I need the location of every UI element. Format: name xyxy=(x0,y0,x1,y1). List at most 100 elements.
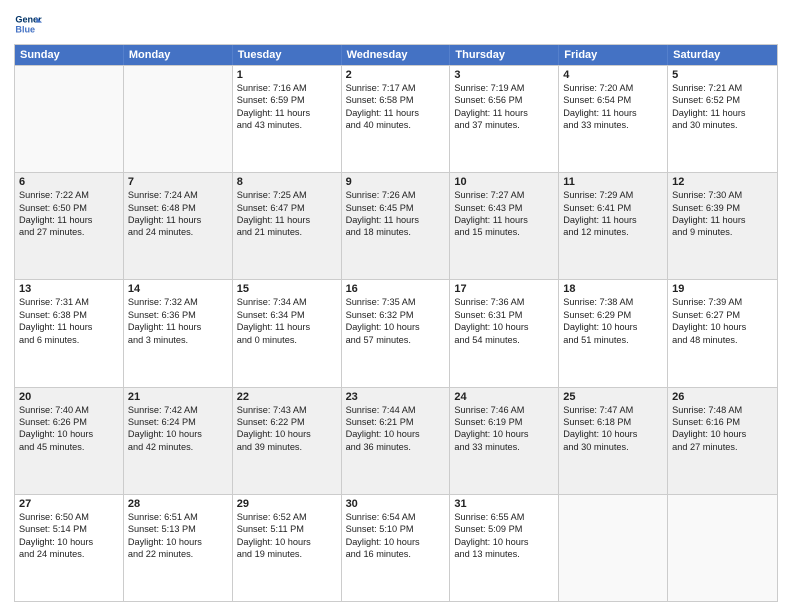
cell-line: Sunrise: 7:40 AM xyxy=(19,404,119,416)
cell-line: Sunset: 6:34 PM xyxy=(237,309,337,321)
calendar-cell: 19Sunrise: 7:39 AMSunset: 6:27 PMDayligh… xyxy=(668,280,777,386)
day-number: 2 xyxy=(346,69,446,81)
cell-line: Sunset: 6:24 PM xyxy=(128,416,228,428)
calendar-cell: 2Sunrise: 7:17 AMSunset: 6:58 PMDaylight… xyxy=(342,66,451,172)
cell-line: Sunrise: 7:20 AM xyxy=(563,82,663,94)
day-number: 19 xyxy=(672,283,773,295)
calendar-cell: 17Sunrise: 7:36 AMSunset: 6:31 PMDayligh… xyxy=(450,280,559,386)
cell-line: and 39 minutes. xyxy=(237,441,337,453)
calendar-cell: 23Sunrise: 7:44 AMSunset: 6:21 PMDayligh… xyxy=(342,388,451,494)
weekday-header: Saturday xyxy=(668,45,777,65)
cell-line: Daylight: 10 hours xyxy=(672,321,773,333)
cell-line: Sunset: 6:41 PM xyxy=(563,202,663,214)
calendar-cell: 29Sunrise: 6:52 AMSunset: 5:11 PMDayligh… xyxy=(233,495,342,601)
cell-line: Daylight: 11 hours xyxy=(128,214,228,226)
cell-line: Daylight: 10 hours xyxy=(237,536,337,548)
cell-line: and 33 minutes. xyxy=(454,441,554,453)
weekday-header: Friday xyxy=(559,45,668,65)
day-number: 11 xyxy=(563,176,663,188)
calendar-cell xyxy=(15,66,124,172)
day-number: 20 xyxy=(19,391,119,403)
calendar-cell: 26Sunrise: 7:48 AMSunset: 6:16 PMDayligh… xyxy=(668,388,777,494)
cell-line: Sunrise: 7:22 AM xyxy=(19,189,119,201)
calendar-cell: 1Sunrise: 7:16 AMSunset: 6:59 PMDaylight… xyxy=(233,66,342,172)
day-number: 9 xyxy=(346,176,446,188)
weekday-header: Tuesday xyxy=(233,45,342,65)
calendar-row: 1Sunrise: 7:16 AMSunset: 6:59 PMDaylight… xyxy=(15,65,777,172)
cell-line: Sunrise: 7:30 AM xyxy=(672,189,773,201)
cell-line: Daylight: 11 hours xyxy=(454,107,554,119)
cell-line: and 15 minutes. xyxy=(454,226,554,238)
calendar-row: 6Sunrise: 7:22 AMSunset: 6:50 PM Daylight… xyxy=(15,172,777,279)
cell-line: Sunset: 6:50 PM xyxy=(19,202,119,214)
cell-line: Sunset: 6:58 PM xyxy=(346,94,446,106)
cell-line: Daylight: 10 hours xyxy=(454,428,554,440)
cell-line: and 57 minutes. xyxy=(346,334,446,346)
calendar-cell: 21Sunrise: 7:42 AMSunset: 6:24 PMDayligh… xyxy=(124,388,233,494)
cell-line: Sunset: 6:43 PM xyxy=(454,202,554,214)
cell-line: Sunset: 6:45 PM xyxy=(346,202,446,214)
cell-line: Sunset: 5:13 PM xyxy=(128,523,228,535)
cell-line: Sunrise: 7:17 AM xyxy=(346,82,446,94)
cell-line: Sunset: 6:36 PM xyxy=(128,309,228,321)
cell-line: Daylight: 10 hours xyxy=(346,536,446,548)
logo-icon: General Blue xyxy=(14,10,42,38)
cell-line: and 19 minutes. xyxy=(237,548,337,560)
day-number: 8 xyxy=(237,176,337,188)
cell-line: Daylight: 10 hours xyxy=(19,536,119,548)
cell-line: Sunrise: 7:39 AM xyxy=(672,296,773,308)
calendar-cell: 7Sunrise: 7:24 AMSunset: 6:48 PMDaylight… xyxy=(124,173,233,279)
cell-line: and 36 minutes. xyxy=(346,441,446,453)
cell-line: and 51 minutes. xyxy=(563,334,663,346)
day-number: 15 xyxy=(237,283,337,295)
day-number: 12 xyxy=(672,176,773,188)
cell-line: Sunrise: 7:21 AM xyxy=(672,82,773,94)
cell-line: Daylight: 11 hours xyxy=(237,214,337,226)
calendar-cell: 3Sunrise: 7:19 AMSunset: 6:56 PMDaylight… xyxy=(450,66,559,172)
cell-line: Sunset: 6:27 PM xyxy=(672,309,773,321)
cell-line: and 18 minutes. xyxy=(346,226,446,238)
day-number: 6 xyxy=(19,176,119,188)
cell-line: and 54 minutes. xyxy=(454,334,554,346)
cell-line: Daylight: 10 hours xyxy=(563,428,663,440)
cell-line: Sunset: 6:47 PM xyxy=(237,202,337,214)
day-number: 13 xyxy=(19,283,119,295)
cell-line: Sunrise: 7:27 AM xyxy=(454,189,554,201)
cell-line: Sunset: 6:56 PM xyxy=(454,94,554,106)
cell-line: Sunset: 5:11 PM xyxy=(237,523,337,535)
calendar-row: 20Sunrise: 7:40 AMSunset: 6:26 PMDayligh… xyxy=(15,387,777,494)
day-number: 27 xyxy=(19,498,119,510)
cell-line: Sunset: 6:59 PM xyxy=(237,94,337,106)
weekday-header: Wednesday xyxy=(342,45,451,65)
cell-line: and 21 minutes. xyxy=(237,226,337,238)
day-number: 31 xyxy=(454,498,554,510)
calendar-cell: 9Sunrise: 7:26 AMSunset: 6:45 PMDaylight… xyxy=(342,173,451,279)
weekday-header: Thursday xyxy=(450,45,559,65)
cell-line: Daylight: 10 hours xyxy=(346,428,446,440)
calendar-cell: 15Sunrise: 7:34 AMSunset: 6:34 PMDayligh… xyxy=(233,280,342,386)
cell-line: Sunrise: 7:29 AM xyxy=(563,189,663,201)
cell-line: Daylight: 10 hours xyxy=(128,536,228,548)
cell-line: Daylight: 11 hours xyxy=(19,321,119,333)
calendar-cell xyxy=(124,66,233,172)
cell-line: Daylight: 10 hours xyxy=(454,536,554,548)
day-number: 16 xyxy=(346,283,446,295)
cell-line: Sunrise: 7:34 AM xyxy=(237,296,337,308)
cell-line: and 42 minutes. xyxy=(128,441,228,453)
cell-line: and 24 minutes. xyxy=(128,226,228,238)
calendar-body: 1Sunrise: 7:16 AMSunset: 6:59 PMDaylight… xyxy=(15,65,777,601)
cell-line: Daylight: 11 hours xyxy=(454,214,554,226)
cell-line: and 16 minutes. xyxy=(346,548,446,560)
calendar-cell: 13Sunrise: 7:31 AMSunset: 6:38 PMDayligh… xyxy=(15,280,124,386)
cell-line: and 22 minutes. xyxy=(128,548,228,560)
day-number: 26 xyxy=(672,391,773,403)
calendar-cell: 5Sunrise: 7:21 AMSunset: 6:52 PMDaylight… xyxy=(668,66,777,172)
cell-line: Daylight: 11 hours xyxy=(672,107,773,119)
calendar-cell: 24Sunrise: 7:46 AMSunset: 6:19 PMDayligh… xyxy=(450,388,559,494)
calendar-cell: 4Sunrise: 7:20 AMSunset: 6:54 PMDaylight… xyxy=(559,66,668,172)
cell-line: Sunrise: 7:25 AM xyxy=(237,189,337,201)
cell-line: Daylight: 11 hours xyxy=(237,321,337,333)
cell-line: Sunrise: 7:46 AM xyxy=(454,404,554,416)
cell-line: Sunrise: 7:44 AM xyxy=(346,404,446,416)
cell-line: Daylight: 11 hours xyxy=(237,107,337,119)
